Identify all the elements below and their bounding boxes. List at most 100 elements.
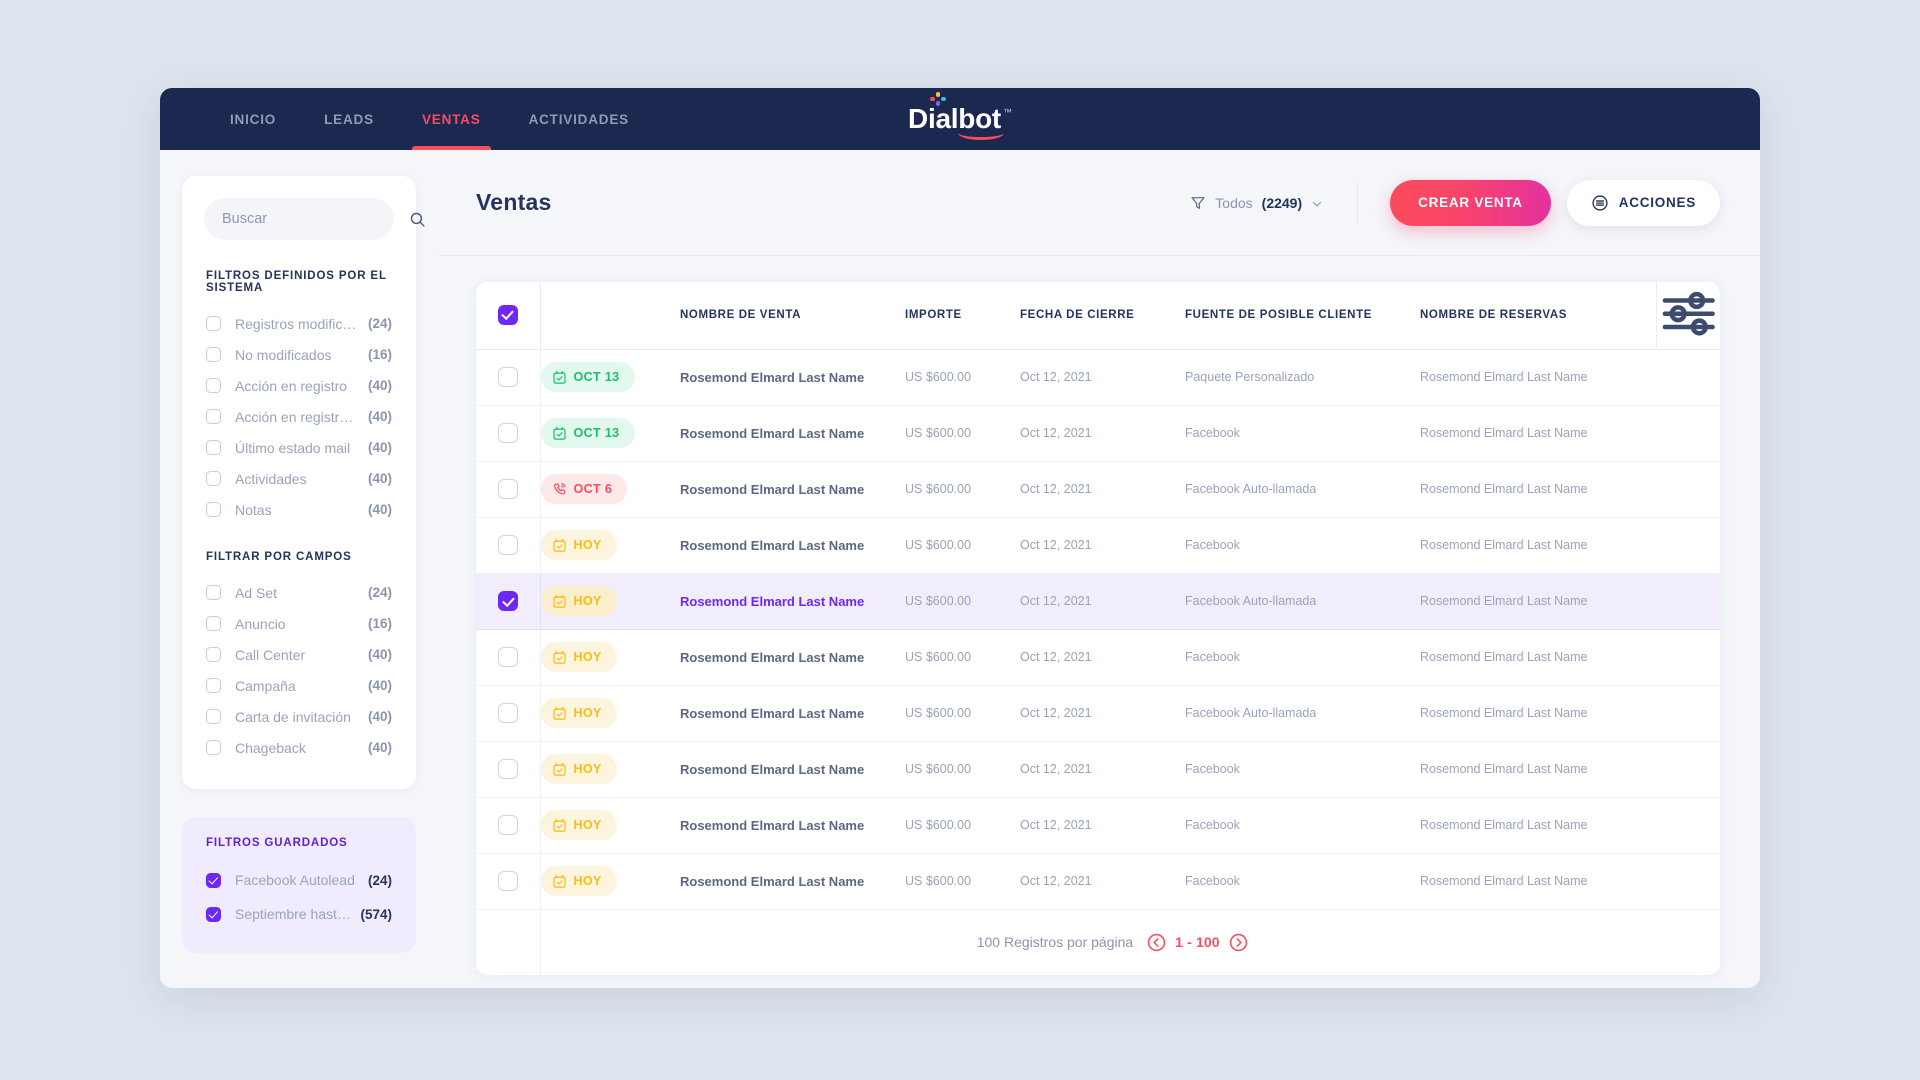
system-filter-checkbox[interactable] <box>206 409 221 424</box>
system-filter-item[interactable]: Último estado mail (40) <box>182 432 416 463</box>
system-filter-item[interactable]: Acción en registro rel... (40) <box>182 401 416 432</box>
row-select-cell[interactable] <box>476 797 541 854</box>
field-filter-checkbox[interactable] <box>206 709 221 724</box>
row-checkbox[interactable] <box>497 479 518 499</box>
row-amount: US $600.00 <box>905 629 1020 686</box>
table-row[interactable]: OCT 13 Rosemond Elmard Last Name US $600.0… <box>476 405 1720 462</box>
view-filter-dropdown[interactable]: Todos (2249) <box>1190 182 1359 223</box>
table-row[interactable]: HOY Rosemond Elmard Last Name US $600.00 Oc… <box>476 573 1720 630</box>
field-filter-item[interactable]: Carta de invitación (40) <box>182 701 416 732</box>
select-all-cell[interactable] <box>476 282 541 350</box>
nav-item-leads[interactable]: LEADS <box>300 88 398 150</box>
system-filter-checkbox[interactable] <box>206 440 221 455</box>
table-row[interactable]: HOY Rosemond Elmard Last Name US $600.00 Oc… <box>476 517 1720 574</box>
actions-button[interactable]: ACCIONES <box>1566 179 1720 226</box>
system-filter-item[interactable]: Actividades (40) <box>182 463 416 494</box>
search-box[interactable] <box>204 198 425 240</box>
row-end-spacer <box>1656 461 1720 518</box>
create-sale-button[interactable]: CREAR VENTA <box>1390 179 1551 226</box>
system-filter-count: (40) <box>367 471 392 486</box>
row-checkbox[interactable] <box>497 367 518 387</box>
column-header-fuente-de-posible-cliente[interactable]: FUENTE DE POSIBLE CLIENTE <box>1185 282 1420 350</box>
system-filter-checkbox[interactable] <box>206 471 221 486</box>
field-filter-checkbox[interactable] <box>206 616 221 631</box>
row-select-cell[interactable] <box>476 629 541 686</box>
sliders-icon[interactable] <box>1657 291 1721 349</box>
row-select-cell[interactable] <box>476 573 541 630</box>
saved-filter-checkbox[interactable] <box>206 906 221 922</box>
row-reservation-name: Rosemond Elmard Last Name <box>1420 405 1656 462</box>
row-checkbox[interactable] <box>497 535 518 555</box>
table-row[interactable]: OCT 6 Rosemond Elmard Last Name US $600.00… <box>476 461 1720 518</box>
system-filter-item[interactable]: No modificados (16) <box>182 339 416 370</box>
column-settings-cell[interactable] <box>1655 282 1721 350</box>
row-lead-source: Facebook Auto-llamada <box>1185 573 1420 630</box>
row-select-cell[interactable] <box>476 405 541 462</box>
row-select-cell[interactable] <box>476 461 541 518</box>
row-checkbox[interactable] <box>497 815 518 835</box>
table-row[interactable]: HOY Rosemond Elmard Last Name US $600.00 Oc… <box>476 853 1720 910</box>
row-reservation-name: Rosemond Elmard Last Name <box>1420 853 1656 910</box>
row-lead-source: Facebook <box>1185 853 1420 910</box>
system-filter-checkbox[interactable] <box>206 316 221 331</box>
row-checkbox[interactable] <box>497 647 518 667</box>
row-select-cell[interactable] <box>476 517 541 574</box>
table-row[interactable]: HOY Rosemond Elmard Last Name US $600.00 Oc… <box>476 685 1720 742</box>
saved-filter-checkbox[interactable] <box>206 872 221 888</box>
system-filter-checkbox[interactable] <box>206 502 221 517</box>
row-checkbox[interactable] <box>497 871 518 891</box>
row-checkbox[interactable] <box>497 423 518 443</box>
row-select-cell[interactable] <box>476 685 541 742</box>
nav-item-actividades[interactable]: ACTIVIDADES <box>505 88 653 150</box>
phone-call-icon <box>552 482 567 497</box>
system-filter-count: (24) <box>367 316 392 331</box>
field-filter-checkbox[interactable] <box>206 678 221 693</box>
nav-item-ventas[interactable]: VENTAS <box>398 88 505 150</box>
status-badge-label: HOY <box>573 594 602 608</box>
row-select-cell[interactable] <box>476 741 541 798</box>
row-select-cell[interactable] <box>476 349 541 406</box>
field-filter-item[interactable]: Chageback (40) <box>182 732 416 763</box>
column-header-importe[interactable]: IMPORTE <box>905 282 1020 350</box>
field-filter-item[interactable]: Call Center (40) <box>182 639 416 670</box>
table-row[interactable]: HOY Rosemond Elmard Last Name US $600.00 Oc… <box>476 741 1720 798</box>
saved-filter-item[interactable]: Facebook Autolead (24) <box>182 863 416 897</box>
search-input[interactable] <box>222 211 409 227</box>
column-header-fecha-de-cierre[interactable]: FECHA DE CIERRE <box>1020 282 1185 350</box>
calendar-check-icon <box>552 594 567 609</box>
select-all-checkbox[interactable] <box>497 305 518 326</box>
previous-page-icon[interactable] <box>1147 933 1166 952</box>
row-end-spacer <box>1656 405 1720 462</box>
row-close-date: Oct 12, 2021 <box>1020 349 1185 406</box>
calendar-check-icon <box>552 706 567 721</box>
field-filter-item[interactable]: Ad Set (24) <box>182 577 416 608</box>
row-amount: US $600.00 <box>905 685 1020 742</box>
row-checkbox[interactable] <box>497 759 518 779</box>
system-filter-checkbox[interactable] <box>206 347 221 362</box>
column-header-nombre-de-venta[interactable]: NOMBRE DE VENTA <box>680 282 905 350</box>
field-filter-item[interactable]: Campaña (40) <box>182 670 416 701</box>
field-filter-checkbox[interactable] <box>206 740 221 755</box>
system-filter-checkbox[interactable] <box>206 378 221 393</box>
row-checkbox[interactable] <box>497 703 518 723</box>
records-per-page-label[interactable]: 100 Registros por página <box>977 934 1133 950</box>
nav-item-inicio[interactable]: INICIO <box>206 88 300 150</box>
system-filter-item[interactable]: Acción en registro (40) <box>182 370 416 401</box>
field-filters-list: Ad Set (24) Anuncio (16) Call Center (40) Camp… <box>182 577 416 763</box>
system-filter-item[interactable]: Registros modificados (24) <box>182 308 416 339</box>
system-filter-item[interactable]: Notas (40) <box>182 494 416 525</box>
field-filter-checkbox[interactable] <box>206 585 221 600</box>
row-checkbox[interactable] <box>497 591 518 611</box>
saved-filter-item[interactable]: Septiembre hasta 18 (574) <box>182 897 416 931</box>
table-row[interactable]: HOY Rosemond Elmard Last Name US $600.00 Oc… <box>476 629 1720 686</box>
table-row[interactable]: OCT 13 Rosemond Elmard Last Name US $600.0… <box>476 349 1720 406</box>
field-filter-checkbox[interactable] <box>206 647 221 662</box>
next-page-icon[interactable] <box>1229 933 1248 952</box>
column-header-nombre-de-reservas[interactable]: NOMBRE DE RESERVAS <box>1420 282 1656 350</box>
row-select-cell[interactable] <box>476 853 541 910</box>
search-icon[interactable] <box>409 211 426 228</box>
row-close-date: Oct 12, 2021 <box>1020 517 1185 574</box>
field-filter-item[interactable]: Anuncio (16) <box>182 608 416 639</box>
table-row[interactable]: HOY Rosemond Elmard Last Name US $600.00 Oc… <box>476 797 1720 854</box>
row-reservation-name: Rosemond Elmard Last Name <box>1420 685 1656 742</box>
